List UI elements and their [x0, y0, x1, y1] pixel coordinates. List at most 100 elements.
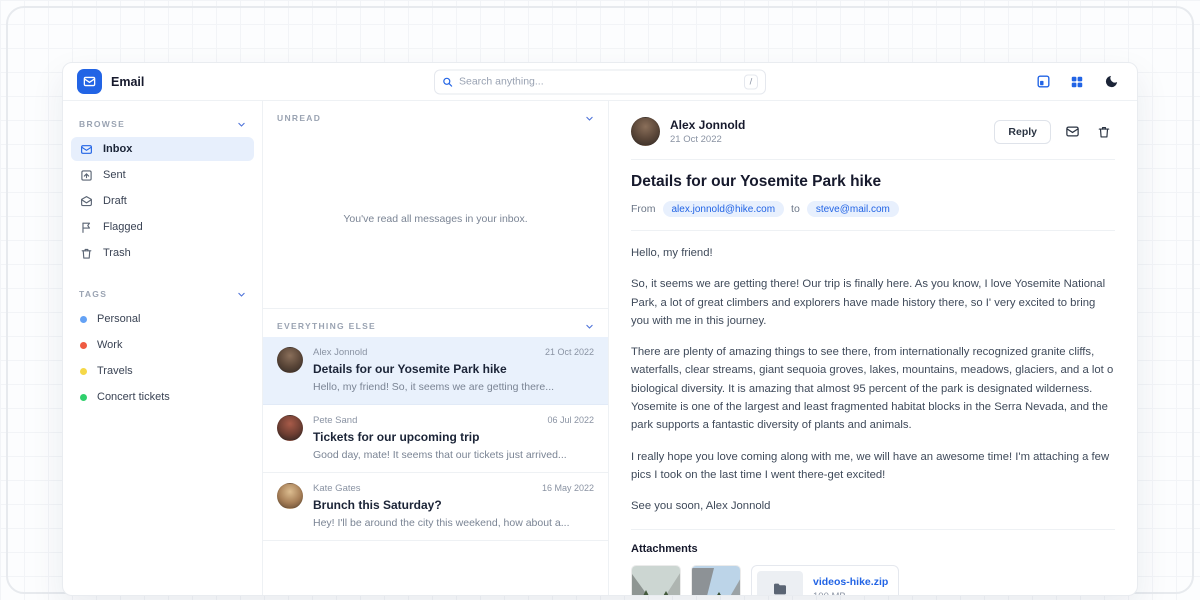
- tag-color-dot: [80, 368, 87, 375]
- reader-subject: Details for our Yosemite Park hike: [631, 173, 1115, 191]
- unread-empty-message: You've read all messages in your inbox.: [263, 129, 608, 308]
- tag-item-work[interactable]: Work: [71, 333, 254, 357]
- file-size: 100 MB: [813, 591, 888, 595]
- email-list-item[interactable]: Alex Jonnold 21 Oct 2022 Details for our…: [263, 337, 608, 405]
- avatar: [277, 483, 303, 509]
- unread-section-header[interactable]: UNREAD: [263, 101, 608, 129]
- tags-label: TAGS: [79, 289, 107, 299]
- moon-icon: [1104, 74, 1119, 89]
- sidebar: BROWSE Inbox: [63, 101, 263, 595]
- tag-label: Work: [97, 339, 122, 351]
- attachments-label: Attachments: [631, 543, 1115, 555]
- sidebar-item-inbox[interactable]: Inbox: [71, 137, 254, 161]
- tag-label: Travels: [97, 365, 133, 377]
- sent-icon: [80, 169, 93, 182]
- app-body: BROWSE Inbox: [63, 101, 1137, 595]
- reader-actions: Reply: [994, 120, 1115, 144]
- search-icon: [442, 76, 453, 87]
- browse-section-header[interactable]: BROWSE: [71, 111, 254, 135]
- tags-block: TAGS Personal Work: [71, 281, 254, 409]
- search-shortcut-key: /: [744, 74, 758, 89]
- divider: [631, 159, 1115, 160]
- chevron-down-icon: [585, 322, 594, 331]
- search-bar[interactable]: /: [434, 69, 766, 94]
- landscape-photo-icon: [692, 566, 741, 595]
- avatar: [277, 347, 303, 373]
- sidebar-item-flagged[interactable]: Flagged: [71, 215, 254, 239]
- attachment-image-1[interactable]: [631, 565, 681, 595]
- tag-label: Concert tickets: [97, 391, 170, 403]
- sidebar-item-trash[interactable]: Trash: [71, 241, 254, 265]
- chevron-down-icon: [585, 114, 594, 123]
- sidebar-item-label: Trash: [103, 247, 131, 259]
- browse-label: BROWSE: [79, 119, 125, 129]
- inbox-icon: [80, 143, 93, 156]
- email-sender: Pete Sand: [313, 415, 357, 426]
- sidebar-layout-button[interactable]: [1031, 70, 1055, 94]
- unread-section: UNREAD You've read all messages in your …: [263, 101, 608, 309]
- folder-icon: [757, 571, 803, 595]
- sidebar-item-label: Sent: [103, 169, 126, 181]
- tag-item-travels[interactable]: Travels: [71, 359, 254, 383]
- tag-color-dot: [80, 394, 87, 401]
- tag-item-concert-tickets[interactable]: Concert tickets: [71, 385, 254, 409]
- tags-section-header[interactable]: TAGS: [71, 281, 254, 305]
- sidebar-item-label: Draft: [103, 195, 127, 207]
- from-email-chip[interactable]: alex.jonnold@hike.com: [663, 201, 785, 217]
- tag-item-personal[interactable]: Personal: [71, 307, 254, 331]
- topbar-actions: [1031, 70, 1123, 94]
- tag-color-dot: [80, 342, 87, 349]
- draft-icon: [80, 195, 93, 208]
- delete-email-button[interactable]: [1093, 121, 1115, 143]
- chevron-down-icon: [237, 290, 246, 299]
- email-preview: Hey! I'll be around the city this weeken…: [313, 517, 594, 529]
- email-subject: Brunch this Saturday?: [313, 498, 594, 512]
- email-sender: Alex Jonnold: [313, 347, 367, 358]
- sidebar-item-draft[interactable]: Draft: [71, 189, 254, 213]
- reader-date: 21 Oct 2022: [670, 134, 745, 145]
- email-paragraph: See you soon, Alex Jonnold: [631, 497, 1115, 515]
- topbar: Email /: [63, 63, 1137, 101]
- search-input[interactable]: [459, 76, 738, 88]
- unread-label: UNREAD: [277, 113, 321, 123]
- email-app-window: Email /: [62, 62, 1138, 596]
- tag-label: Personal: [97, 313, 140, 325]
- email-paragraph: Hello, my friend!: [631, 244, 1115, 262]
- attachments-row: videos-hike.zip 100 MB: [631, 565, 1115, 595]
- email-item-content: Pete Sand 06 Jul 2022 Tickets for our up…: [313, 415, 594, 461]
- email-preview: Hello, my friend! So, it seems we are ge…: [313, 381, 594, 393]
- file-info: videos-hike.zip 100 MB: [813, 576, 888, 595]
- reader-meta-row: From alex.jonnold@hike.com to steve@mail…: [631, 201, 1115, 217]
- to-email-chip[interactable]: steve@mail.com: [807, 201, 899, 217]
- sidebar-item-label: Inbox: [103, 143, 132, 155]
- email-list-item[interactable]: Pete Sand 06 Jul 2022 Tickets for our up…: [263, 405, 608, 473]
- email-date: 16 May 2022: [542, 483, 594, 493]
- email-reader-pane: Alex Jonnold 21 Oct 2022 Reply: [609, 101, 1137, 595]
- forward-email-button[interactable]: [1061, 121, 1083, 143]
- reply-button[interactable]: Reply: [994, 120, 1051, 144]
- email-item-content: Kate Gates 16 May 2022 Brunch this Satur…: [313, 483, 594, 529]
- dark-mode-toggle[interactable]: [1099, 70, 1123, 94]
- everything-else-section-header[interactable]: EVERYTHING ELSE: [263, 309, 608, 337]
- tag-color-dot: [80, 316, 87, 323]
- attachment-image-2[interactable]: [691, 565, 741, 595]
- reader-sender-block: Alex Jonnold 21 Oct 2022: [670, 118, 745, 145]
- sidebar-item-sent[interactable]: Sent: [71, 163, 254, 187]
- app-title: Email: [111, 75, 144, 89]
- mail-list-pane: UNREAD You've read all messages in your …: [263, 101, 609, 595]
- apps-grid-button[interactable]: [1065, 70, 1089, 94]
- attachment-file-card[interactable]: videos-hike.zip 100 MB: [751, 565, 899, 595]
- trash-icon: [1097, 125, 1111, 139]
- email-paragraph: I really hope you love coming along with…: [631, 448, 1115, 485]
- to-label: to: [791, 203, 800, 215]
- reader-sender-name: Alex Jonnold: [670, 118, 745, 132]
- from-label: From: [631, 203, 656, 215]
- envelope-icon: [1065, 124, 1080, 139]
- brand: Email: [77, 69, 144, 94]
- email-item-content: Alex Jonnold 21 Oct 2022 Details for our…: [313, 347, 594, 393]
- email-body: Hello, my friend! So, it seems we are ge…: [631, 244, 1115, 516]
- email-preview: Good day, mate! It seems that our ticket…: [313, 449, 594, 461]
- email-date: 06 Jul 2022: [547, 415, 594, 425]
- email-list-item[interactable]: Kate Gates 16 May 2022 Brunch this Satur…: [263, 473, 608, 541]
- email-paragraph: So, it seems we are getting there! Our t…: [631, 275, 1115, 330]
